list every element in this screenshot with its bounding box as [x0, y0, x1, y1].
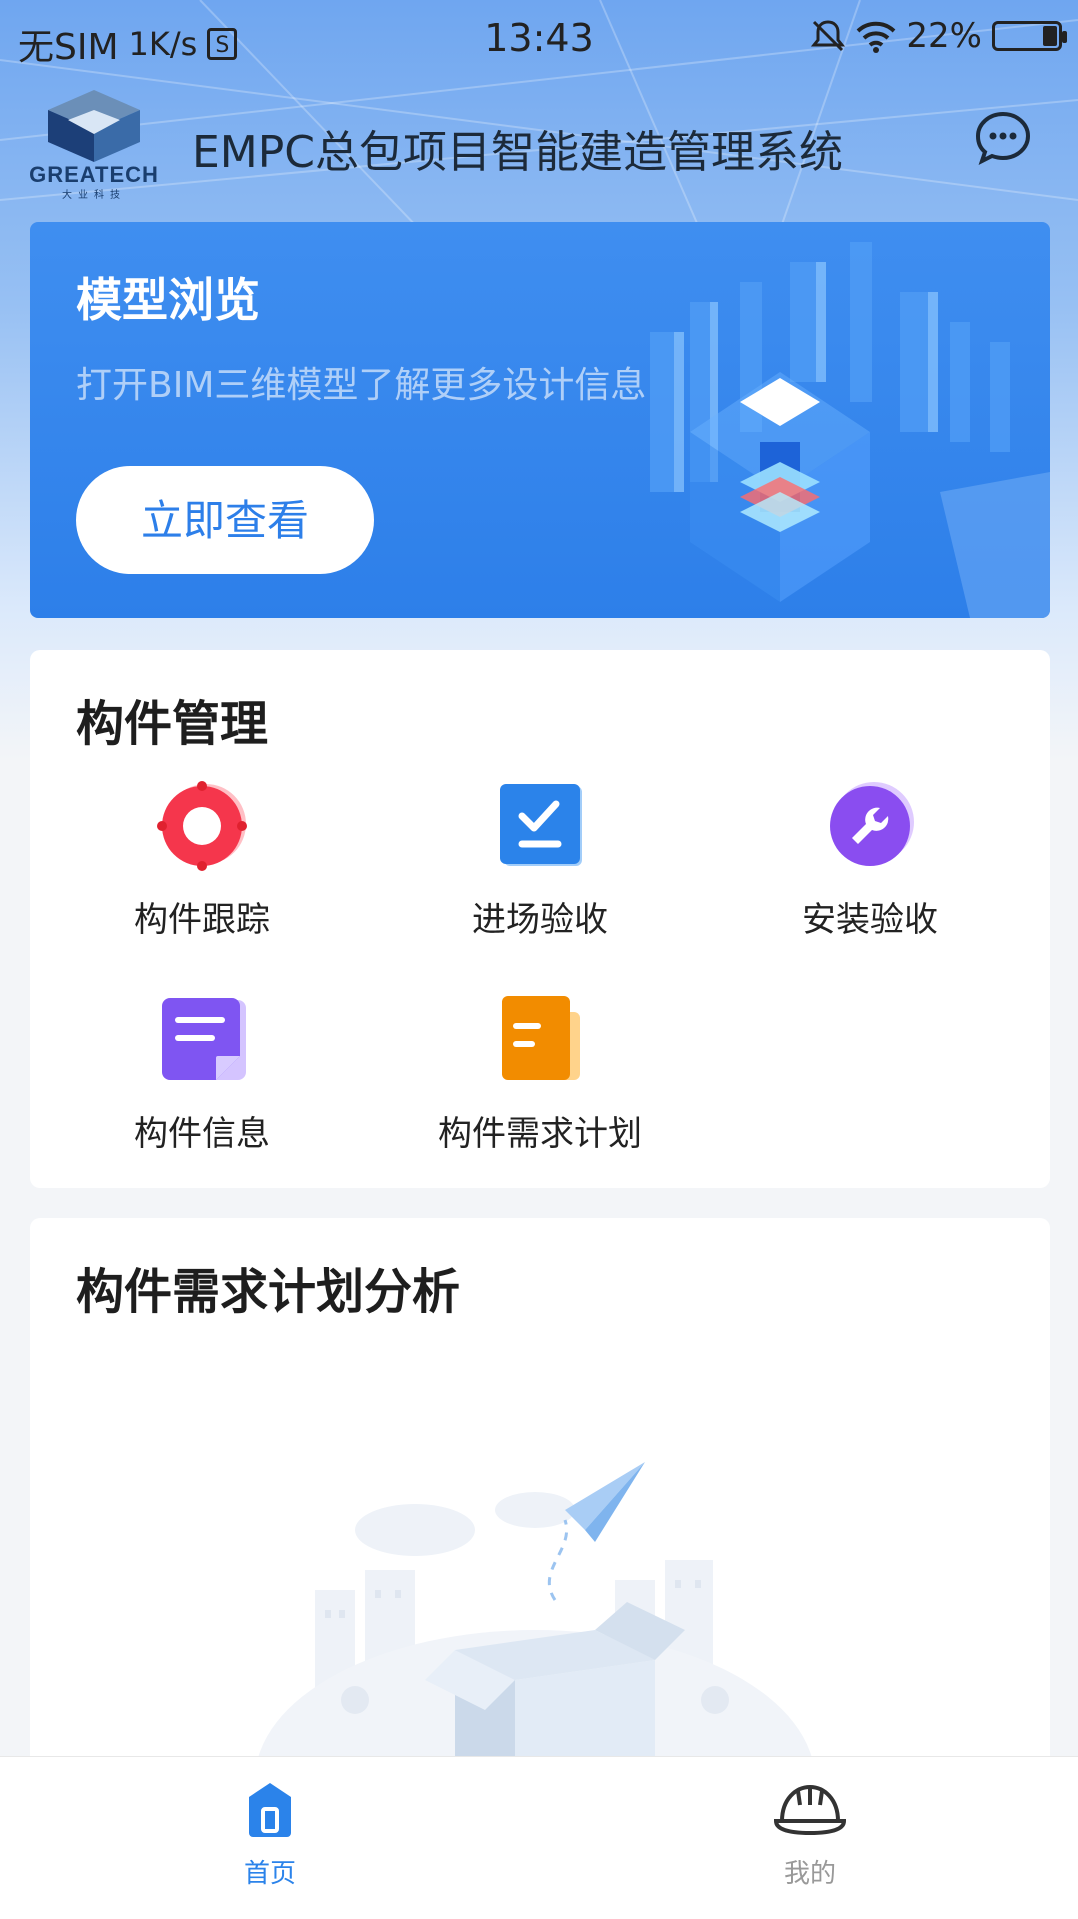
company-logo: GREATECH 大业科技: [28, 90, 160, 201]
app-title: EMPC总包项目智能建造管理系统: [192, 127, 844, 178]
wrench-icon: [830, 782, 914, 866]
tab-label: 首页: [243, 1859, 296, 1889]
grid-item-component-tracking[interactable]: 构件跟踪: [52, 778, 352, 941]
empty-state-illustration: [258, 1462, 812, 1756]
bottom-tab-bar: 首页 我的: [0, 1756, 1078, 1919]
chat-bubble-icon: [975, 111, 1031, 165]
grid-item-label: 安装验收: [802, 900, 938, 940]
tab-mine[interactable]: 我的: [710, 1779, 910, 1890]
plan-file-icon: [502, 996, 580, 1080]
battery-percent: 22%: [906, 16, 982, 56]
grid-item-demand-plan[interactable]: 构件需求计划: [390, 992, 690, 1155]
banner-title: 模型浏览: [76, 273, 260, 327]
model-browse-banner: 模型浏览 打开BIM三维模型了解更多设计信息 立即查看: [30, 222, 1050, 618]
tab-label: 我的: [783, 1859, 836, 1889]
checklist-icon: [500, 784, 582, 866]
analysis-title: 构件需求计划分析: [76, 1264, 461, 1320]
bim-city-illustration: [650, 242, 1050, 618]
grid-item-label: 构件信息: [134, 1114, 270, 1154]
grid-item-label: 构件需求计划: [438, 1114, 642, 1154]
helmet-icon: [773, 1784, 847, 1836]
logo-text: GREATECH: [29, 162, 159, 187]
banner-subtitle: 打开BIM三维模型了解更多设计信息: [76, 365, 647, 406]
grid-item-label: 进场验收: [472, 900, 608, 940]
bell-off-icon: [811, 20, 846, 52]
grid-item-install-acceptance[interactable]: 安装验收: [720, 778, 1020, 941]
wifi-icon: [857, 21, 896, 53]
logo-subtext: 大业科技: [62, 190, 126, 201]
grid-item-label: 构件跟踪: [134, 900, 270, 940]
grid-item-entry-acceptance[interactable]: 进场验收: [390, 778, 690, 941]
document-icon: [162, 998, 246, 1080]
status-bar: 无SIM 1K/s S 13:43 22%: [0, 0, 1078, 74]
app-header: GREATECH 大业科技 EMPC总包项目智能建造管理系统: [0, 80, 1078, 201]
message-button[interactable]: [974, 110, 1032, 166]
home-icon: [249, 1783, 291, 1837]
target-icon: [157, 781, 247, 871]
logo-mark: [48, 90, 140, 162]
tab-home[interactable]: 首页: [170, 1779, 370, 1890]
component-management-title: 构件管理: [76, 696, 269, 752]
component-management-card: 构件管理 构件跟踪 进场验收 安装验收 构件信息 构件需求计划: [30, 650, 1050, 1188]
battery-icon: [992, 21, 1067, 51]
view-now-button[interactable]: 立即查看: [76, 466, 374, 574]
grid-item-component-info[interactable]: 构件信息: [52, 992, 352, 1155]
